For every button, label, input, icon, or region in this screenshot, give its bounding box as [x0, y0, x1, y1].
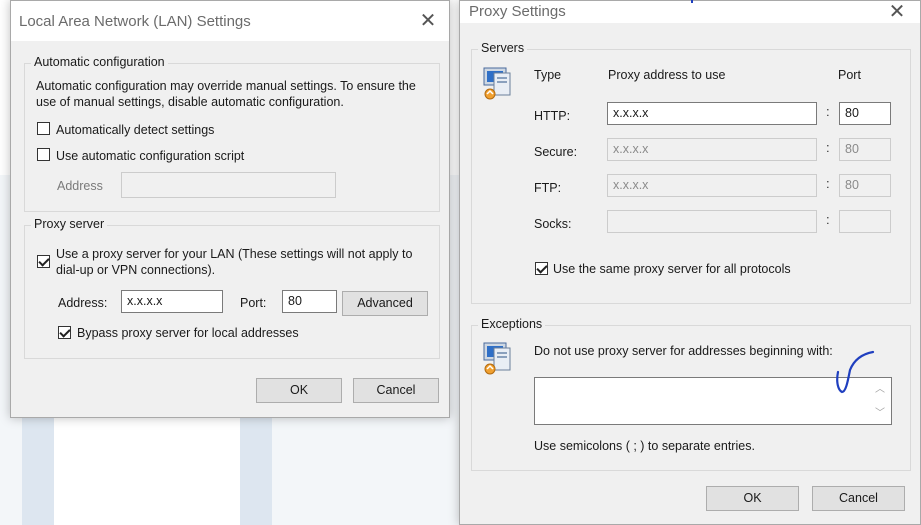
annotation-checkmark	[836, 350, 875, 394]
close-icon[interactable]: ✕	[411, 7, 445, 35]
proxy-address-input[interactable]: x.x.x.x	[121, 290, 223, 313]
ok-button[interactable]: OK	[706, 486, 799, 511]
title-bar: Local Area Network (LAN) Settings ✕	[11, 1, 449, 41]
proxy-address-label: Address:	[58, 296, 108, 310]
use-proxy-label: Use a proxy server for your LAN (These s…	[56, 247, 413, 277]
title-bar: Proxy Settings ✕	[460, 1, 920, 23]
ftp-type-label: FTP:	[534, 181, 562, 195]
detect-settings-label: Automatically detect settings	[56, 123, 215, 137]
auto-config-description: Automatic configuration may override man…	[36, 79, 416, 109]
computer-network-icon	[483, 67, 511, 100]
socks-address-input[interactable]	[607, 210, 817, 233]
exceptions-label: Exceptions	[478, 317, 546, 331]
proxy-settings-dialog: Proxy Settings ✕ Servers Type Proxy addr…	[459, 0, 921, 525]
secure-address-input[interactable]: x.x.x.x	[607, 138, 817, 161]
cancel-button[interactable]: Cancel	[812, 486, 905, 511]
script-address-label: Address	[57, 179, 103, 193]
socks-colon: :	[826, 212, 830, 227]
proxy-server-group: Proxy server Use a proxy server for your…	[24, 217, 440, 359]
dialog-title: Local Area Network (LAN) Settings	[19, 13, 251, 30]
proxy-port-label: Port:	[240, 296, 267, 310]
secure-port-input[interactable]: 80	[839, 138, 891, 161]
ok-button[interactable]: OK	[256, 378, 342, 403]
secure-colon: :	[826, 140, 830, 155]
detect-settings-checkbox[interactable]	[37, 122, 50, 135]
same-proxy-checkbox[interactable]	[535, 262, 548, 275]
scroll-down-icon[interactable]: ﹀	[875, 404, 885, 419]
secure-type-label: Secure:	[534, 145, 578, 159]
script-address-input[interactable]	[121, 172, 336, 198]
socks-type-label: Socks:	[534, 217, 572, 231]
socks-port-input[interactable]	[839, 210, 891, 233]
proxy-port-input[interactable]: 80	[282, 290, 337, 313]
bypass-local-label: Bypass proxy server for local addresses	[77, 326, 299, 340]
exceptions-description: Do not use proxy server for addresses be…	[534, 344, 833, 358]
background-area	[54, 410, 240, 525]
annotation-dot	[691, 0, 693, 3]
col-type-header: Type	[534, 68, 562, 82]
cancel-button[interactable]: Cancel	[353, 378, 439, 403]
http-port-input[interactable]: 80	[839, 102, 891, 125]
same-proxy-label: Use the same proxy server for all protoc…	[553, 262, 791, 276]
bypass-local-checkbox[interactable]	[58, 326, 71, 339]
advanced-button[interactable]: Advanced	[342, 291, 428, 316]
dialog-title: Proxy Settings	[469, 3, 566, 20]
http-type-label: HTTP:	[534, 109, 571, 123]
ftp-address-input[interactable]: x.x.x.x	[607, 174, 817, 197]
proxy-server-label: Proxy server	[31, 217, 108, 231]
exceptions-hint: Use semicolons ( ; ) to separate entries…	[534, 439, 755, 453]
use-proxy-checkbox[interactable]	[37, 255, 50, 268]
close-icon[interactable]: ✕	[880, 0, 914, 26]
col-address-header: Proxy address to use	[608, 68, 726, 82]
col-port-header: Port	[838, 68, 861, 82]
http-address-input[interactable]: x.x.x.x	[607, 102, 817, 125]
background-column	[22, 410, 54, 525]
http-colon: :	[826, 104, 830, 119]
config-script-checkbox[interactable]	[37, 148, 50, 161]
background-column	[240, 410, 272, 525]
servers-group: Servers Type Proxy address to use Port H…	[471, 41, 911, 304]
auto-config-group: Automatic configuration Automatic config…	[24, 55, 440, 212]
ftp-colon: :	[826, 176, 830, 191]
lan-settings-dialog: Local Area Network (LAN) Settings ✕ Auto…	[10, 0, 450, 418]
config-script-label: Use automatic configuration script	[56, 149, 245, 163]
auto-config-label: Automatic configuration	[31, 55, 168, 69]
ftp-port-input[interactable]: 80	[839, 174, 891, 197]
servers-label: Servers	[478, 41, 528, 55]
computer-network-icon	[483, 342, 511, 375]
